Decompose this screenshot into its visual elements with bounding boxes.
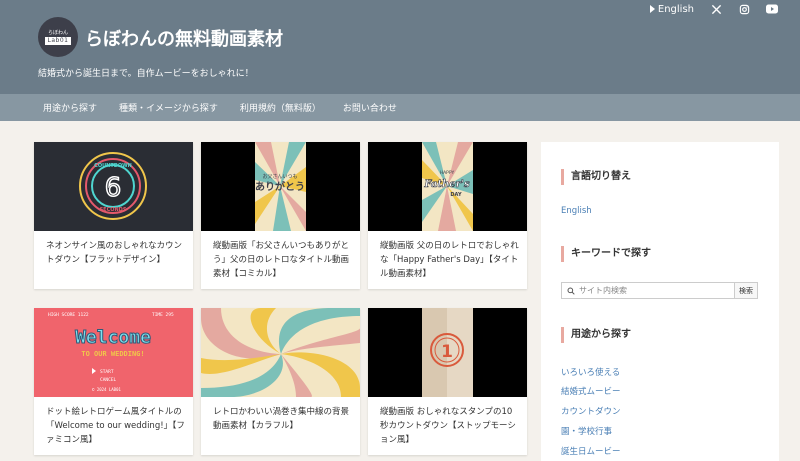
thumb-countdown-text: COUNTDOWN	[94, 163, 132, 169]
card-thumbnail[interactable]: HAPPY Father's DAY	[368, 142, 527, 231]
video-card[interactable]: COUNTDOWN 6 SECONDS ネオンサイン風のおしゃれなカウントダウン…	[34, 142, 193, 289]
site-header: らぼわん Lab01 らぼわんの無料動画素材 結婚式から誕生日まで。自作ムービー…	[0, 0, 800, 94]
thumb-welcome-text: Welcome	[75, 327, 151, 348]
thumb-day-text: DAY	[450, 192, 462, 198]
thumb-start-text: START	[100, 369, 114, 375]
thumb-copyright-text: © 2024 LAB01	[92, 387, 121, 392]
thumb-score-text: HIGH SCORE 1122	[48, 312, 89, 318]
video-card[interactable]: 1 縦動画版 おしゃれなスタンプの10秒カウントダウン【ストップモーション風】	[368, 308, 527, 455]
card-thumbnail[interactable]: HIGH SCORE 1122 TIME 295 Welcome TO OUR …	[34, 308, 193, 397]
logo-top-text: らぼわん	[47, 29, 68, 36]
nav-item-type[interactable]: 種類・イメージから探す	[119, 101, 218, 114]
search-icon	[567, 287, 575, 295]
thumb-countdown-digit: 6	[105, 173, 122, 203]
english-link[interactable]: English	[649, 3, 694, 15]
thumb-big-text: ありがとう	[255, 180, 305, 193]
thumb-fathers-text: Father's	[423, 179, 470, 190]
card-title[interactable]: レトロかわいい渦巻き集中線の背景動画素材【カラフル】	[213, 405, 353, 433]
sidebar-english-link[interactable]: English	[561, 206, 592, 216]
nav-item-terms[interactable]: 利用規約（無料版）	[240, 101, 321, 114]
search-button[interactable]: 検索	[734, 282, 758, 299]
card-title[interactable]: 縦動画版「お父さんいつもありがとう」父の日のレトロなタイトル動画素材【コミカル】	[213, 239, 353, 281]
nav-item-use[interactable]: 用途から探す	[43, 101, 97, 114]
nav-item-contact[interactable]: お問い合わせ	[343, 101, 397, 114]
thumb-stamp-digit: 1	[441, 342, 453, 362]
video-card[interactable]: お父さんいつも ありがとう 縦動画版「お父さんいつもありがとう」父の日のレトロな…	[201, 142, 360, 289]
x-icon[interactable]	[710, 3, 722, 15]
thumb-time-text: TIME 295	[152, 312, 174, 318]
card-thumbnail[interactable]: お父さんいつも ありがとう	[201, 142, 360, 231]
card-title[interactable]: 縦動画版 父の日のレトロでおしゃれな「Happy Father's Day」【タ…	[380, 239, 520, 281]
thumb-seconds-text: SECONDS	[100, 207, 127, 213]
thumb-cancel-text: CANCEL	[100, 377, 117, 383]
logo-mid-text: Lab01	[44, 36, 72, 45]
site-tagline: 結婚式から誕生日まで。自作ムービーをおしゃれに！	[38, 69, 254, 79]
header-utility-bar: English	[649, 2, 778, 16]
search-input[interactable]: サイト内検索	[561, 282, 736, 299]
use-category-heading: 用途から探す	[561, 327, 631, 343]
video-card[interactable]: レトロかわいい渦巻き集中線の背景動画素材【カラフル】	[201, 308, 360, 455]
sidebar-item-countdown[interactable]: カウントダウン	[561, 405, 621, 417]
english-link-label: English	[657, 3, 694, 15]
video-card[interactable]: HAPPY Father's DAY 縦動画版 父の日のレトロでおしゃれな「Ha…	[368, 142, 527, 289]
sidebar-item-school[interactable]: 園・学校行事	[561, 425, 612, 437]
main-nav: 用途から探す 種類・イメージから探す 利用規約（無料版） お問い合わせ	[0, 94, 800, 121]
keyword-search-heading: キーワードで探す	[561, 246, 651, 262]
card-thumbnail[interactable]: 1	[368, 308, 527, 397]
card-title[interactable]: ネオンサイン風のおしゃれなカウントダウン【フラットデザイン】	[46, 239, 186, 267]
sidebar-item-misc[interactable]: いろいろ使える	[561, 366, 620, 378]
sidebar-item-wedding[interactable]: 結婚式ムービー	[561, 385, 621, 397]
language-heading: 言語切り替え	[561, 169, 631, 185]
sidebar: 言語切り替え English キーワードで探す サイト内検索 検索 用途から探す…	[541, 142, 779, 461]
card-thumbnail[interactable]	[201, 308, 360, 397]
card-title[interactable]: 縦動画版 おしゃれなスタンプの10秒カウントダウン【ストップモーション風】	[380, 405, 520, 447]
site-logo[interactable]: らぼわん Lab01	[38, 17, 78, 57]
sidebar-item-birthday[interactable]: 誕生日ムービー	[561, 445, 621, 457]
instagram-icon[interactable]	[738, 3, 750, 15]
video-card[interactable]: HIGH SCORE 1122 TIME 295 Welcome TO OUR …	[34, 308, 193, 455]
thumb-happy-text: HAPPY	[440, 170, 455, 176]
card-thumbnail[interactable]: COUNTDOWN 6 SECONDS	[34, 142, 193, 231]
caret-right-icon	[649, 5, 655, 13]
thumb-wedding-text: TO OUR WEDDING!	[81, 350, 144, 358]
card-title[interactable]: ドット絵レトロゲーム風タイトルの「Welcome to our wedding!…	[46, 405, 186, 447]
search-placeholder: サイト内検索	[579, 286, 627, 295]
thumb-small-text: お父さんいつも	[262, 173, 297, 180]
site-title[interactable]: らぼわんの無料動画素材	[85, 25, 283, 51]
youtube-icon[interactable]	[766, 3, 778, 15]
